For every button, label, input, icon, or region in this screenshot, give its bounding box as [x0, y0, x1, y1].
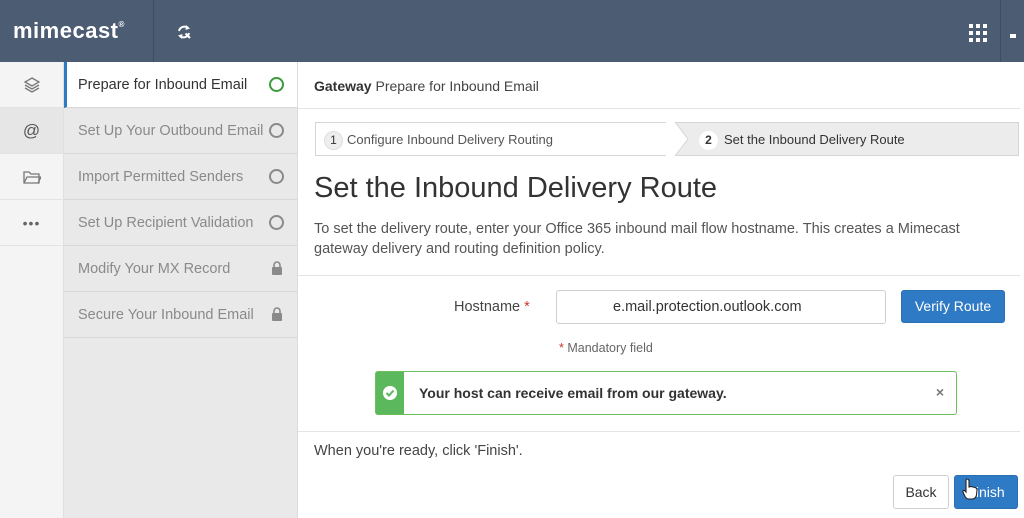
- step-label: Import Permitted Senders: [78, 168, 244, 185]
- hostname-label: Hostname *: [454, 299, 530, 315]
- required-marker: *: [524, 299, 530, 315]
- sync-icon[interactable]: [174, 22, 194, 42]
- rail-item-folder[interactable]: [0, 154, 63, 200]
- folder-icon: [22, 170, 41, 184]
- mandatory-field-note: * Mandatory field: [559, 341, 653, 355]
- in-progress-circle-icon: [269, 77, 284, 92]
- check-circle-icon: [383, 386, 397, 400]
- rail-item-layers[interactable]: [0, 62, 63, 108]
- user-menu-icon[interactable]: [1010, 34, 1016, 38]
- logo-text: mimecast: [13, 18, 119, 43]
- breadcrumb-section: Gateway: [314, 78, 372, 94]
- breadcrumb-page: Prepare for Inbound Email: [375, 78, 539, 94]
- mimecast-logo[interactable]: mimecast®: [13, 18, 125, 44]
- setup-steps-panel: Prepare for Inbound Email Set Up Your Ou…: [64, 62, 298, 518]
- wizard-progress: 1 Configure Inbound Delivery Routing 2 S…: [315, 122, 1019, 156]
- step-outbound-email[interactable]: Set Up Your Outbound Email: [64, 108, 297, 154]
- hostname-input[interactable]: [556, 290, 886, 324]
- top-right-divider: [1000, 0, 1001, 62]
- wizard-step-label: Configure Inbound Delivery Routing: [347, 132, 553, 147]
- page-title: Set the Inbound Delivery Route: [314, 172, 718, 204]
- icon-rail: @ •••: [0, 62, 64, 518]
- wizard-step-number: 2: [699, 131, 718, 150]
- step-label: Modify Your MX Record: [78, 260, 231, 277]
- pending-circle-icon: [269, 123, 284, 138]
- hand-cursor-icon: [962, 478, 978, 500]
- verify-route-button[interactable]: Verify Route: [901, 290, 1005, 323]
- lock-icon: [272, 307, 282, 321]
- step-label: Set Up Your Outbound Email: [78, 122, 264, 139]
- lock-icon: [272, 261, 282, 275]
- success-alert: Your host can receive email from our gat…: [375, 371, 957, 415]
- wizard-arrow-icon: [666, 122, 689, 156]
- wizard-step-label: Set the Inbound Delivery Route: [724, 132, 905, 147]
- step-permitted-senders[interactable]: Import Permitted Senders: [64, 154, 297, 200]
- rail-item-email[interactable]: @: [0, 108, 63, 154]
- top-divider: [153, 0, 154, 62]
- step-prepare-inbound[interactable]: Prepare for Inbound Email: [64, 62, 297, 108]
- divider: [298, 431, 1020, 432]
- trademark-mark: ®: [118, 20, 125, 29]
- app-grid-icon[interactable]: [969, 24, 987, 42]
- step-label: Prepare for Inbound Email: [78, 76, 248, 93]
- pending-circle-icon: [269, 215, 284, 230]
- divider: [298, 108, 1020, 109]
- divider: [298, 275, 1020, 276]
- step-label: Secure Your Inbound Email: [78, 306, 254, 323]
- more-icon: •••: [22, 214, 41, 231]
- wizard-step-2[interactable]: 2 Set the Inbound Delivery Route: [675, 122, 1019, 156]
- back-button[interactable]: Back: [893, 475, 949, 509]
- breadcrumb: Gateway Prepare for Inbound Email: [314, 78, 539, 94]
- step-label: Set Up Recipient Validation: [78, 214, 254, 231]
- required-marker: *: [559, 341, 564, 355]
- ready-instruction: When you're ready, click 'Finish'.: [314, 443, 523, 459]
- page-description: To set the delivery route, enter your Of…: [314, 221, 960, 257]
- wizard-step-1[interactable]: 1 Configure Inbound Delivery Routing: [315, 122, 675, 156]
- main-content: Gateway Prepare for Inbound Email 1 Conf…: [298, 62, 1024, 518]
- close-icon[interactable]: ×: [936, 384, 944, 400]
- step-secure-inbound: Secure Your Inbound Email: [64, 292, 297, 338]
- alert-status-bar: [376, 372, 404, 414]
- rail-item-more[interactable]: •••: [0, 200, 63, 246]
- step-mx-record: Modify Your MX Record: [64, 246, 297, 292]
- pending-circle-icon: [269, 169, 284, 184]
- hostname-label-text: Hostname: [454, 299, 521, 315]
- mandatory-text: Mandatory field: [567, 341, 653, 355]
- step-recipient-validation[interactable]: Set Up Recipient Validation: [64, 200, 297, 246]
- at-icon: @: [22, 120, 41, 140]
- layers-icon: [23, 76, 40, 93]
- wizard-step-number: 1: [324, 131, 343, 150]
- alert-message: Your host can receive email from our gat…: [419, 385, 727, 401]
- top-bar: mimecast®: [0, 0, 1024, 62]
